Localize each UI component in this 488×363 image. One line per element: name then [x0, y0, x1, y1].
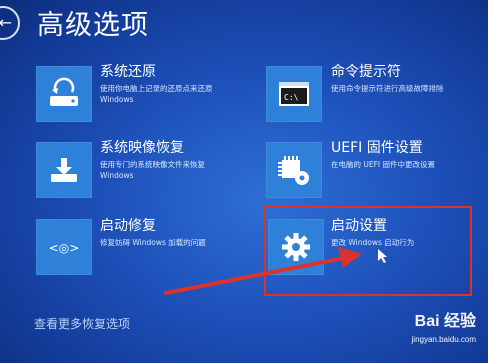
more-recovery-options-link[interactable]: 查看更多恢复选项 — [34, 316, 130, 332]
watermark-brand: Bai 经验 — [414, 313, 476, 330]
mouse-cursor-icon — [378, 249, 387, 263]
watermark-url: jingyan.baidu.com — [411, 335, 476, 344]
watermark: Bai 经验 jingyan.baidu.com — [412, 313, 476, 345]
annotation-arrow-icon — [164, 247, 387, 295]
